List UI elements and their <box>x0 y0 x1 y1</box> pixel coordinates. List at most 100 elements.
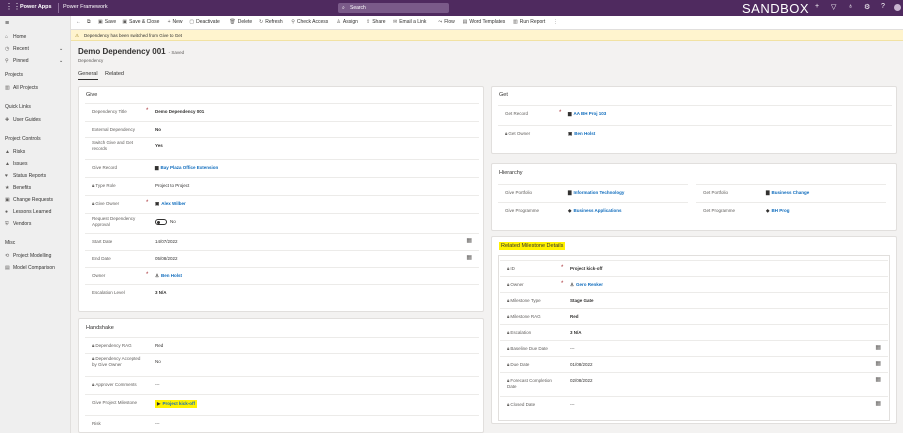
field-label-text: End Date <box>92 256 111 261</box>
lightbulb-icon[interactable]: ♁ <box>848 3 853 10</box>
field-value-text: Demo Dependency 001 <box>155 109 205 114</box>
nav-item-pinned[interactable]: ⚲ Pinned ⌄ <box>5 58 63 64</box>
save-icon: ▣ <box>98 19 103 25</box>
field-label-text: Forecast Completion Date <box>507 378 552 389</box>
field-value[interactable]: ▇ Information Technology <box>568 190 624 196</box>
required-marker: * <box>146 272 149 278</box>
divider <box>58 3 59 13</box>
more-button[interactable]: ⋮ <box>553 19 560 25</box>
section-title: Handshake <box>86 325 114 331</box>
check-access-button[interactable]: ⚲ Check Access <box>291 19 328 25</box>
field-value[interactable]: ▣ Alex Wilber <box>155 201 186 207</box>
help-icon[interactable]: ? <box>881 3 885 10</box>
field-label: 🔒︎Give Owner <box>92 201 144 207</box>
nav-item-issues[interactable]: ▲ Issues <box>5 161 27 167</box>
brand-label[interactable]: Power Apps <box>20 4 52 10</box>
field-label: Get Programme <box>703 208 755 214</box>
nav-item-label: Status Reports <box>13 173 47 179</box>
save-button[interactable]: ▣ Save <box>98 19 116 25</box>
field-label: Risk <box>92 421 144 427</box>
share-button[interactable]: ⇪ Share <box>366 19 386 25</box>
nav-item-vendors[interactable]: ⛨ Vendors <box>5 221 31 227</box>
field-value: --- <box>155 421 160 426</box>
run-report-button[interactable]: ▥ Run Report <box>513 19 545 25</box>
nav-item-home[interactable]: ⌂ Home <box>5 34 26 40</box>
nav-item-model-comparison[interactable]: ▤ Model Comparison <box>5 265 55 271</box>
popout-button[interactable]: ⧉ <box>87 19 93 25</box>
word-icon: ▤ <box>462 19 468 25</box>
nav-item-lessons-learned[interactable]: ● Lessons Learned <box>5 209 51 215</box>
email-a-link-button[interactable]: ✉ Email a Link <box>393 19 426 25</box>
field-value[interactable]: ◆ Business Applications <box>568 208 622 214</box>
command-label: Email a Link <box>399 19 427 25</box>
nav-item-project-modelling[interactable]: ⟲ Project Modelling <box>5 253 51 259</box>
field-value[interactable]: ♙ Ben Holst <box>155 273 182 279</box>
calendar-icon[interactable]: ▦ <box>875 400 881 407</box>
field-value[interactable]: ▇ Business Change <box>766 190 809 196</box>
avatar-icon[interactable] <box>894 4 901 11</box>
field-value: 3 N/A <box>570 330 582 335</box>
chevron-down-icon[interactable]: ⌄ <box>59 58 63 64</box>
field-value-text: No <box>155 359 161 364</box>
calendar-icon[interactable]: ▦ <box>466 254 472 261</box>
nav-item-change-requests[interactable]: ▣ Change Requests <box>5 197 53 203</box>
nav-item-all-projects[interactable]: ▥ All Projects <box>5 85 38 91</box>
plus-icon[interactable]: + <box>815 3 819 10</box>
gear-icon[interactable]: ⚙ <box>864 3 870 11</box>
global-search-input[interactable]: ⌕ Search <box>338 3 449 13</box>
field-label-text: Owner <box>510 282 524 287</box>
deactivate-button[interactable]: ▢ Deactivate <box>189 19 219 25</box>
flow-button[interactable]: ⤳ Flow <box>438 19 455 25</box>
toggle-switch[interactable] <box>155 219 167 225</box>
field-value[interactable]: ▆ AA BH Proj 103 <box>568 111 606 117</box>
nav-item-user-guides[interactable]: ✚ User Guides <box>5 117 41 123</box>
nav-item-risks[interactable]: ▲ Risks <box>5 149 25 155</box>
field-label: End Date <box>92 256 144 262</box>
command-label: Delete <box>237 19 253 25</box>
back-button[interactable]: ← <box>76 19 83 25</box>
get-section: Get Get Record * ▆ AA BH Proj 103 🔒︎Get Owne… <box>491 86 897 154</box>
command-label: Save <box>104 19 117 25</box>
field-row: 🔒︎Forecast Completion Date 02/08/2022 ▦ <box>500 372 888 389</box>
refresh-button[interactable]: ↻ Refresh <box>259 19 283 25</box>
calendar-icon[interactable]: ▦ <box>875 376 881 383</box>
field-row: 🔒︎Dependency RAG Red <box>85 337 479 353</box>
tab-related[interactable]: Related <box>105 71 124 77</box>
field-label: Give Portfolio <box>505 190 557 196</box>
chevron-down-icon[interactable]: ⌄ <box>59 46 63 52</box>
field-label: 🔒︎Dependency Accepted by Give Owner <box>92 356 144 368</box>
field-value: Project kick-off <box>570 266 603 271</box>
field-value[interactable]: ▆ Bay Plaza Office Extension <box>155 165 218 171</box>
nav-item-benefits[interactable]: ★ Benefits <box>5 185 31 191</box>
command-label: Share <box>372 19 386 25</box>
nav-item-recent[interactable]: ◷ Recent ⌄ <box>5 46 63 52</box>
entity-name: Dependency <box>78 58 104 63</box>
field-label: 🔒︎Get Owner <box>505 131 557 137</box>
field-value[interactable]: ◆ BH Prog <box>766 208 789 214</box>
assign-button[interactable]: ♙ Assign <box>336 19 358 25</box>
tab-general[interactable]: General <box>78 71 98 80</box>
app-name[interactable]: Power Framework <box>63 4 108 10</box>
app-launcher-icon[interactable]: ⋮⋮ <box>5 2 21 11</box>
field-value[interactable]: ▶ Project kick-off <box>155 400 197 408</box>
word-templates-button[interactable]: ▤ Word Templates <box>463 19 506 25</box>
calendar-icon[interactable]: ▦ <box>875 344 881 351</box>
calendar-icon[interactable]: ▦ <box>466 237 472 244</box>
field-value-text: Stage Gate <box>570 298 594 303</box>
field-value[interactable]: ♙ Gero Renker <box>570 282 603 288</box>
field-value-text: 14/07/2022 <box>155 239 178 244</box>
hamburger-icon[interactable]: ≡ <box>5 20 9 27</box>
field-value[interactable]: ▣ Ben Holst <box>568 131 595 137</box>
nav-item-status-reports[interactable]: ♥ Status Reports <box>5 173 46 179</box>
save-status: - Saved <box>168 50 185 55</box>
field-label-text: ID <box>510 266 515 271</box>
field-row: Start Date 14/07/2022 ▦ <box>85 233 479 249</box>
field-value: 3 N/A <box>155 290 167 295</box>
field-row: Give Record ▆ Bay Plaza Office Extension <box>85 159 479 175</box>
new-button[interactable]: + New <box>168 19 183 25</box>
save-close-button[interactable]: ▣ Save & Close <box>122 19 159 25</box>
delete-button[interactable]: 🗑 Delete <box>229 19 252 25</box>
filter-icon[interactable]: ▽ <box>831 3 836 11</box>
field-value: --- <box>570 346 575 351</box>
calendar-icon[interactable]: ▦ <box>875 360 881 367</box>
